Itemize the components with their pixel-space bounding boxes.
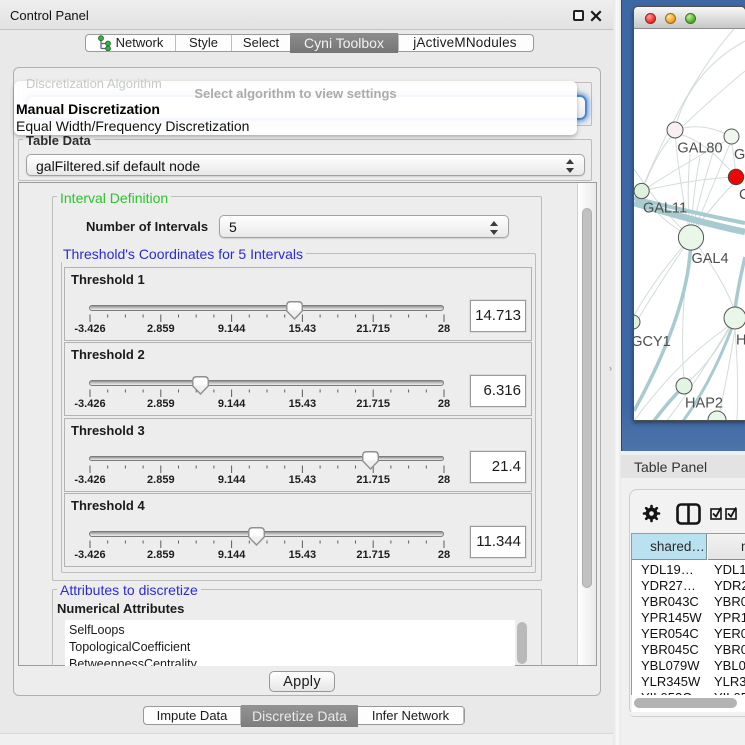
- svg-text:GA: GA: [734, 147, 745, 163]
- svg-text:GAL4: GAL4: [691, 251, 728, 267]
- svg-text:C: C: [739, 187, 745, 203]
- svg-text:HAP2: HAP2: [685, 396, 723, 412]
- svg-text:GAL11: GAL11: [643, 201, 687, 217]
- svg-text:GCY1: GCY1: [634, 334, 671, 350]
- svg-text:GAL80: GAL80: [677, 141, 722, 157]
- svg-text:H: H: [736, 333, 745, 349]
